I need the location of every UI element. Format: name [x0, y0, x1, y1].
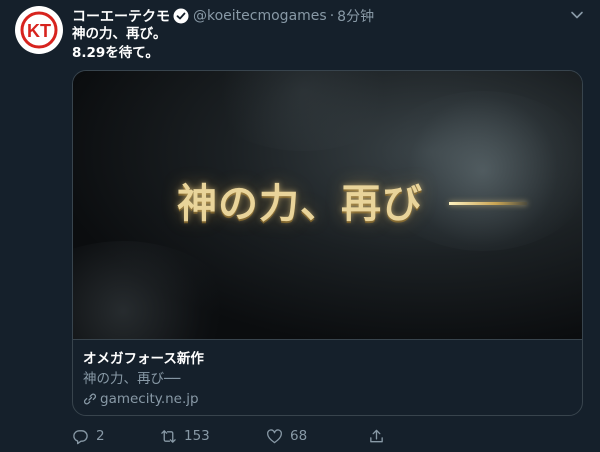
- koei-tecmo-logo: KT: [20, 11, 58, 49]
- card-description: 神の力、再び──: [83, 371, 181, 387]
- smoke-effect: [203, 71, 403, 151]
- smoke-effect: [73, 241, 233, 339]
- card-image-title: 神の力、再び: [177, 180, 423, 227]
- share-button[interactable]: [368, 428, 392, 445]
- tweet-text-line-1: 神の力、再び。: [72, 26, 167, 42]
- card-domain: gamecity.ne.jp: [83, 390, 574, 408]
- card-body[interactable]: オメガフォース新作 神の力、再び── gamecity.ne.jp: [73, 339, 582, 415]
- retweet-button[interactable]: 153: [160, 428, 266, 445]
- heart-icon: [267, 428, 282, 443]
- reply-count: 2: [96, 428, 105, 444]
- share-icon: [370, 429, 383, 442]
- card-image[interactable]: 神の力、再び: [73, 71, 582, 339]
- reply-button[interactable]: 2: [72, 428, 160, 445]
- like-count: 68: [290, 428, 308, 444]
- tweet-actions: 2 153 68: [72, 426, 392, 446]
- link-card[interactable]: 神の力、再び オメガフォース新作 神の力、再び── gamecity.ne.jp: [72, 70, 583, 416]
- timestamp[interactable]: 8分钟: [337, 6, 374, 26]
- tweet-text-line-2: 8.29を待て。: [72, 45, 159, 61]
- card-title: オメガフォース新作: [83, 351, 204, 367]
- card-image-dash: [449, 202, 527, 205]
- reply-icon: [73, 429, 88, 444]
- chevron-down-icon[interactable]: [570, 8, 584, 22]
- avatar-logo-text: KT: [27, 21, 51, 41]
- tweet-text: 神の力、再び。 8.29を待て。: [72, 25, 167, 63]
- like-button[interactable]: 68: [266, 428, 368, 445]
- retweet-icon: [161, 429, 176, 443]
- tweet-header: コーエーテクモ @koeitecmogames · 8分钟: [72, 6, 590, 26]
- handle[interactable]: @koeitecmogames: [193, 8, 327, 24]
- link-icon: [83, 393, 97, 405]
- card-domain-text: gamecity.ne.jp: [100, 391, 199, 407]
- verified-badge-icon: [173, 8, 189, 24]
- avatar[interactable]: KT: [15, 6, 63, 54]
- separator-dot: ·: [329, 8, 335, 24]
- retweet-count: 153: [184, 428, 210, 444]
- display-name[interactable]: コーエーテクモ: [72, 6, 170, 26]
